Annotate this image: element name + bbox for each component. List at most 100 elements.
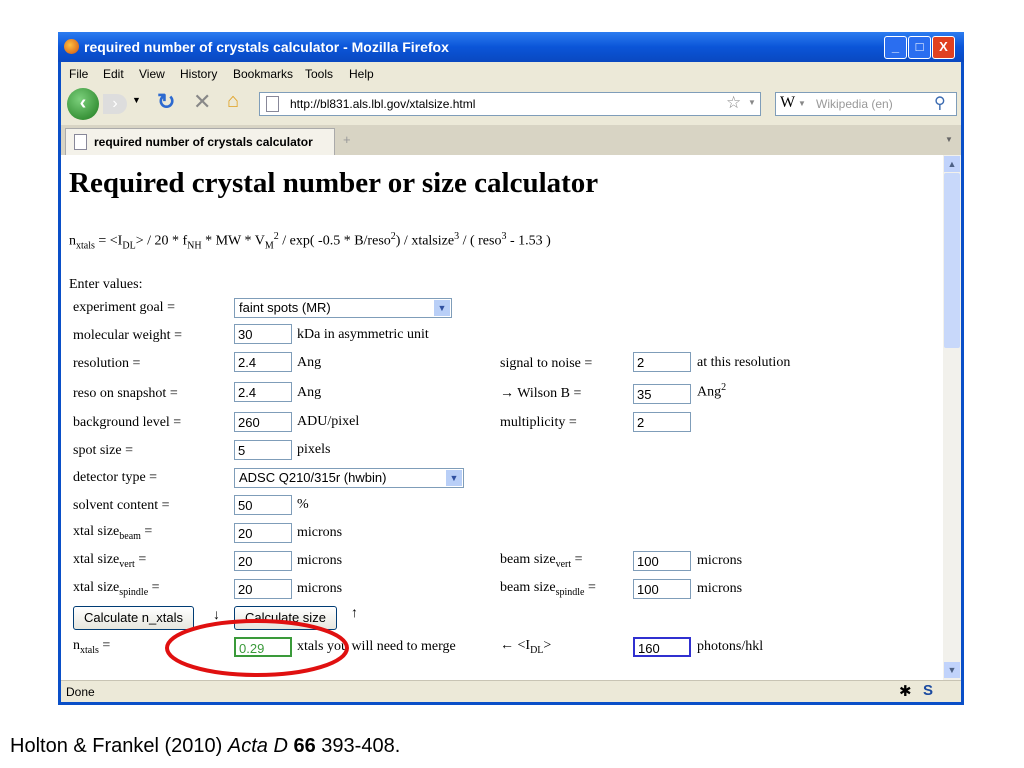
snr-label: signal to noise = (500, 356, 593, 371)
page-content: Required crystal number or size calculat… (61, 155, 943, 680)
spot-size-input[interactable]: 5 (234, 440, 292, 460)
vertical-scrollbar[interactable]: ▲ ▼ (943, 155, 961, 680)
menu-tools[interactable]: Tools (305, 67, 333, 81)
firefox-icon (64, 39, 79, 54)
idl-label: ← <IDL> (500, 638, 552, 656)
firebug-icon[interactable]: ✱ (899, 682, 912, 700)
highlight-circle (165, 619, 349, 677)
xtal-size-spindle-unit: microns (297, 581, 343, 596)
resolution-label: resolution = (73, 356, 141, 371)
beam-size-vert-input[interactable]: 100 (633, 551, 691, 571)
home-icon[interactable]: ⌂ (227, 90, 239, 113)
new-tab-button[interactable]: + (343, 132, 351, 147)
menu-bookmarks[interactable]: Bookmarks (233, 67, 293, 81)
bookmark-star-icon[interactable]: ☆ (726, 93, 741, 113)
scroll-thumb[interactable] (944, 173, 960, 348)
close-button[interactable]: X (932, 36, 955, 59)
scroll-down-icon[interactable]: ▼ (944, 662, 960, 678)
search-icon[interactable]: ⚲ (934, 93, 946, 113)
menu-file[interactable]: File (69, 67, 88, 81)
citation: Holton & Frankel (2010) Acta D 66 393-40… (10, 735, 401, 757)
chevron-down-icon: ▼ (446, 470, 462, 486)
url-text: http://bl831.als.lbl.gov/xtalsize.html (290, 97, 476, 111)
status-bar: Done ✱ S (61, 680, 961, 702)
url-bar[interactable]: http://bl831.als.lbl.gov/xtalsize.html ☆… (259, 92, 761, 116)
resolution-unit: Ang (297, 355, 322, 370)
xtal-size-vert-unit: microns (297, 553, 343, 568)
menu-bar: File Edit View History Bookmarks Tools H… (61, 62, 961, 85)
browser-window: required number of crystals calculator -… (58, 32, 964, 705)
wikipedia-icon[interactable]: W (780, 94, 795, 112)
xtal-size-spindle-input[interactable]: 20 (234, 579, 292, 599)
page-title: Required crystal number or size calculat… (69, 167, 599, 199)
tab-active[interactable]: required number of crystals calculator (65, 128, 335, 156)
menu-edit[interactable]: Edit (103, 67, 124, 81)
beam-size-vert-label: beam sizevert = (500, 552, 583, 570)
beam-size-spindle-unit: microns (697, 581, 743, 596)
snr-unit: at this resolution (697, 355, 791, 370)
enter-values-label: Enter values: (69, 277, 143, 292)
xtal-size-spindle-label: xtal sizespindle = (73, 580, 160, 598)
detector-label: detector type = (73, 470, 158, 485)
minimize-button[interactable]: _ (884, 36, 907, 59)
background-unit: ADU/pixel (297, 414, 360, 429)
molecular-weight-input[interactable]: 30 (234, 324, 292, 344)
status-text: Done (66, 685, 95, 699)
multiplicity-input[interactable]: 2 (633, 412, 691, 432)
mw-label: molecular weight = (73, 328, 182, 343)
goal-label: experiment goal = (73, 300, 175, 315)
nxtals-label: nxtals = (73, 638, 111, 656)
reso-snapshot-label: reso on snapshot = (73, 386, 178, 401)
beam-size-spindle-input[interactable]: 100 (633, 579, 691, 599)
idl-input[interactable]: 160 (633, 637, 691, 657)
wilson-b-label: → Wilson B = (500, 386, 582, 401)
solvent-input[interactable]: 50 (234, 495, 292, 515)
experiment-goal-select[interactable]: faint spots (MR) ▼ (234, 298, 452, 318)
maximize-button[interactable]: □ (908, 36, 931, 59)
wilson-b-unit: Ang2 (697, 382, 727, 400)
wilson-b-input[interactable]: 35 (633, 384, 691, 404)
formula: nxtals = <IDL> / 20 * fNH * MW * VM2 / e… (69, 231, 551, 252)
xtal-size-beam-input[interactable]: 20 (234, 523, 292, 543)
window-title: required number of crystals calculator -… (84, 39, 449, 55)
solvent-unit: % (297, 497, 309, 512)
tab-label: required number of crystals calculator (94, 135, 313, 149)
xtal-size-vert-input[interactable]: 20 (234, 551, 292, 571)
multiplicity-label: multiplicity = (500, 415, 577, 430)
tab-bar: required number of crystals calculator +… (61, 125, 961, 156)
reload-icon[interactable]: ↻ (157, 89, 175, 115)
reso-snapshot-input[interactable]: 2.4 (234, 382, 292, 402)
detector-type-select[interactable]: ADSC Q210/315r (hwbin) ▼ (234, 468, 464, 488)
beam-size-spindle-label: beam sizespindle = (500, 580, 596, 598)
page-icon (74, 134, 87, 150)
spot-size-unit: pixels (297, 442, 331, 457)
back-button[interactable]: ‹ (67, 88, 99, 120)
solvent-label: solvent content = (73, 498, 170, 513)
engine-dropdown-icon[interactable]: ▼ (798, 99, 806, 108)
background-input[interactable]: 260 (234, 412, 292, 432)
page-icon (266, 96, 279, 112)
title-bar: required number of crystals calculator -… (58, 32, 964, 62)
history-dropdown-icon[interactable]: ▼ (132, 95, 141, 105)
search-placeholder: Wikipedia (en) (816, 97, 893, 111)
xtal-size-beam-unit: microns (297, 525, 343, 540)
menu-help[interactable]: Help (349, 67, 374, 81)
tab-list-icon[interactable]: ▼ (945, 135, 953, 144)
mw-unit: kDa in asymmetric unit (297, 327, 429, 342)
navigation-toolbar: ‹ › ▼ ↻ ✕ ⌂ http://bl831.als.lbl.gov/xta… (61, 85, 961, 126)
search-bar[interactable]: W ▼ Wikipedia (en) ⚲ (775, 92, 957, 116)
signal-to-noise-input[interactable]: 2 (633, 352, 691, 372)
forward-button[interactable]: › (103, 94, 127, 114)
s-addon-icon[interactable]: S (923, 682, 933, 699)
xtal-size-vert-label: xtal sizevert = (73, 552, 147, 570)
xtal-size-beam-label: xtal sizebeam = (73, 524, 153, 542)
menu-view[interactable]: View (139, 67, 165, 81)
url-dropdown-icon[interactable]: ▼ (748, 98, 756, 107)
resolution-input[interactable]: 2.4 (234, 352, 292, 372)
beam-size-vert-unit: microns (697, 553, 743, 568)
background-label: background level = (73, 415, 182, 430)
stop-icon[interactable]: ✕ (193, 89, 211, 115)
scroll-up-icon[interactable]: ▲ (944, 156, 960, 172)
idl-unit: photons/hkl (697, 639, 764, 654)
menu-history[interactable]: History (180, 67, 217, 81)
